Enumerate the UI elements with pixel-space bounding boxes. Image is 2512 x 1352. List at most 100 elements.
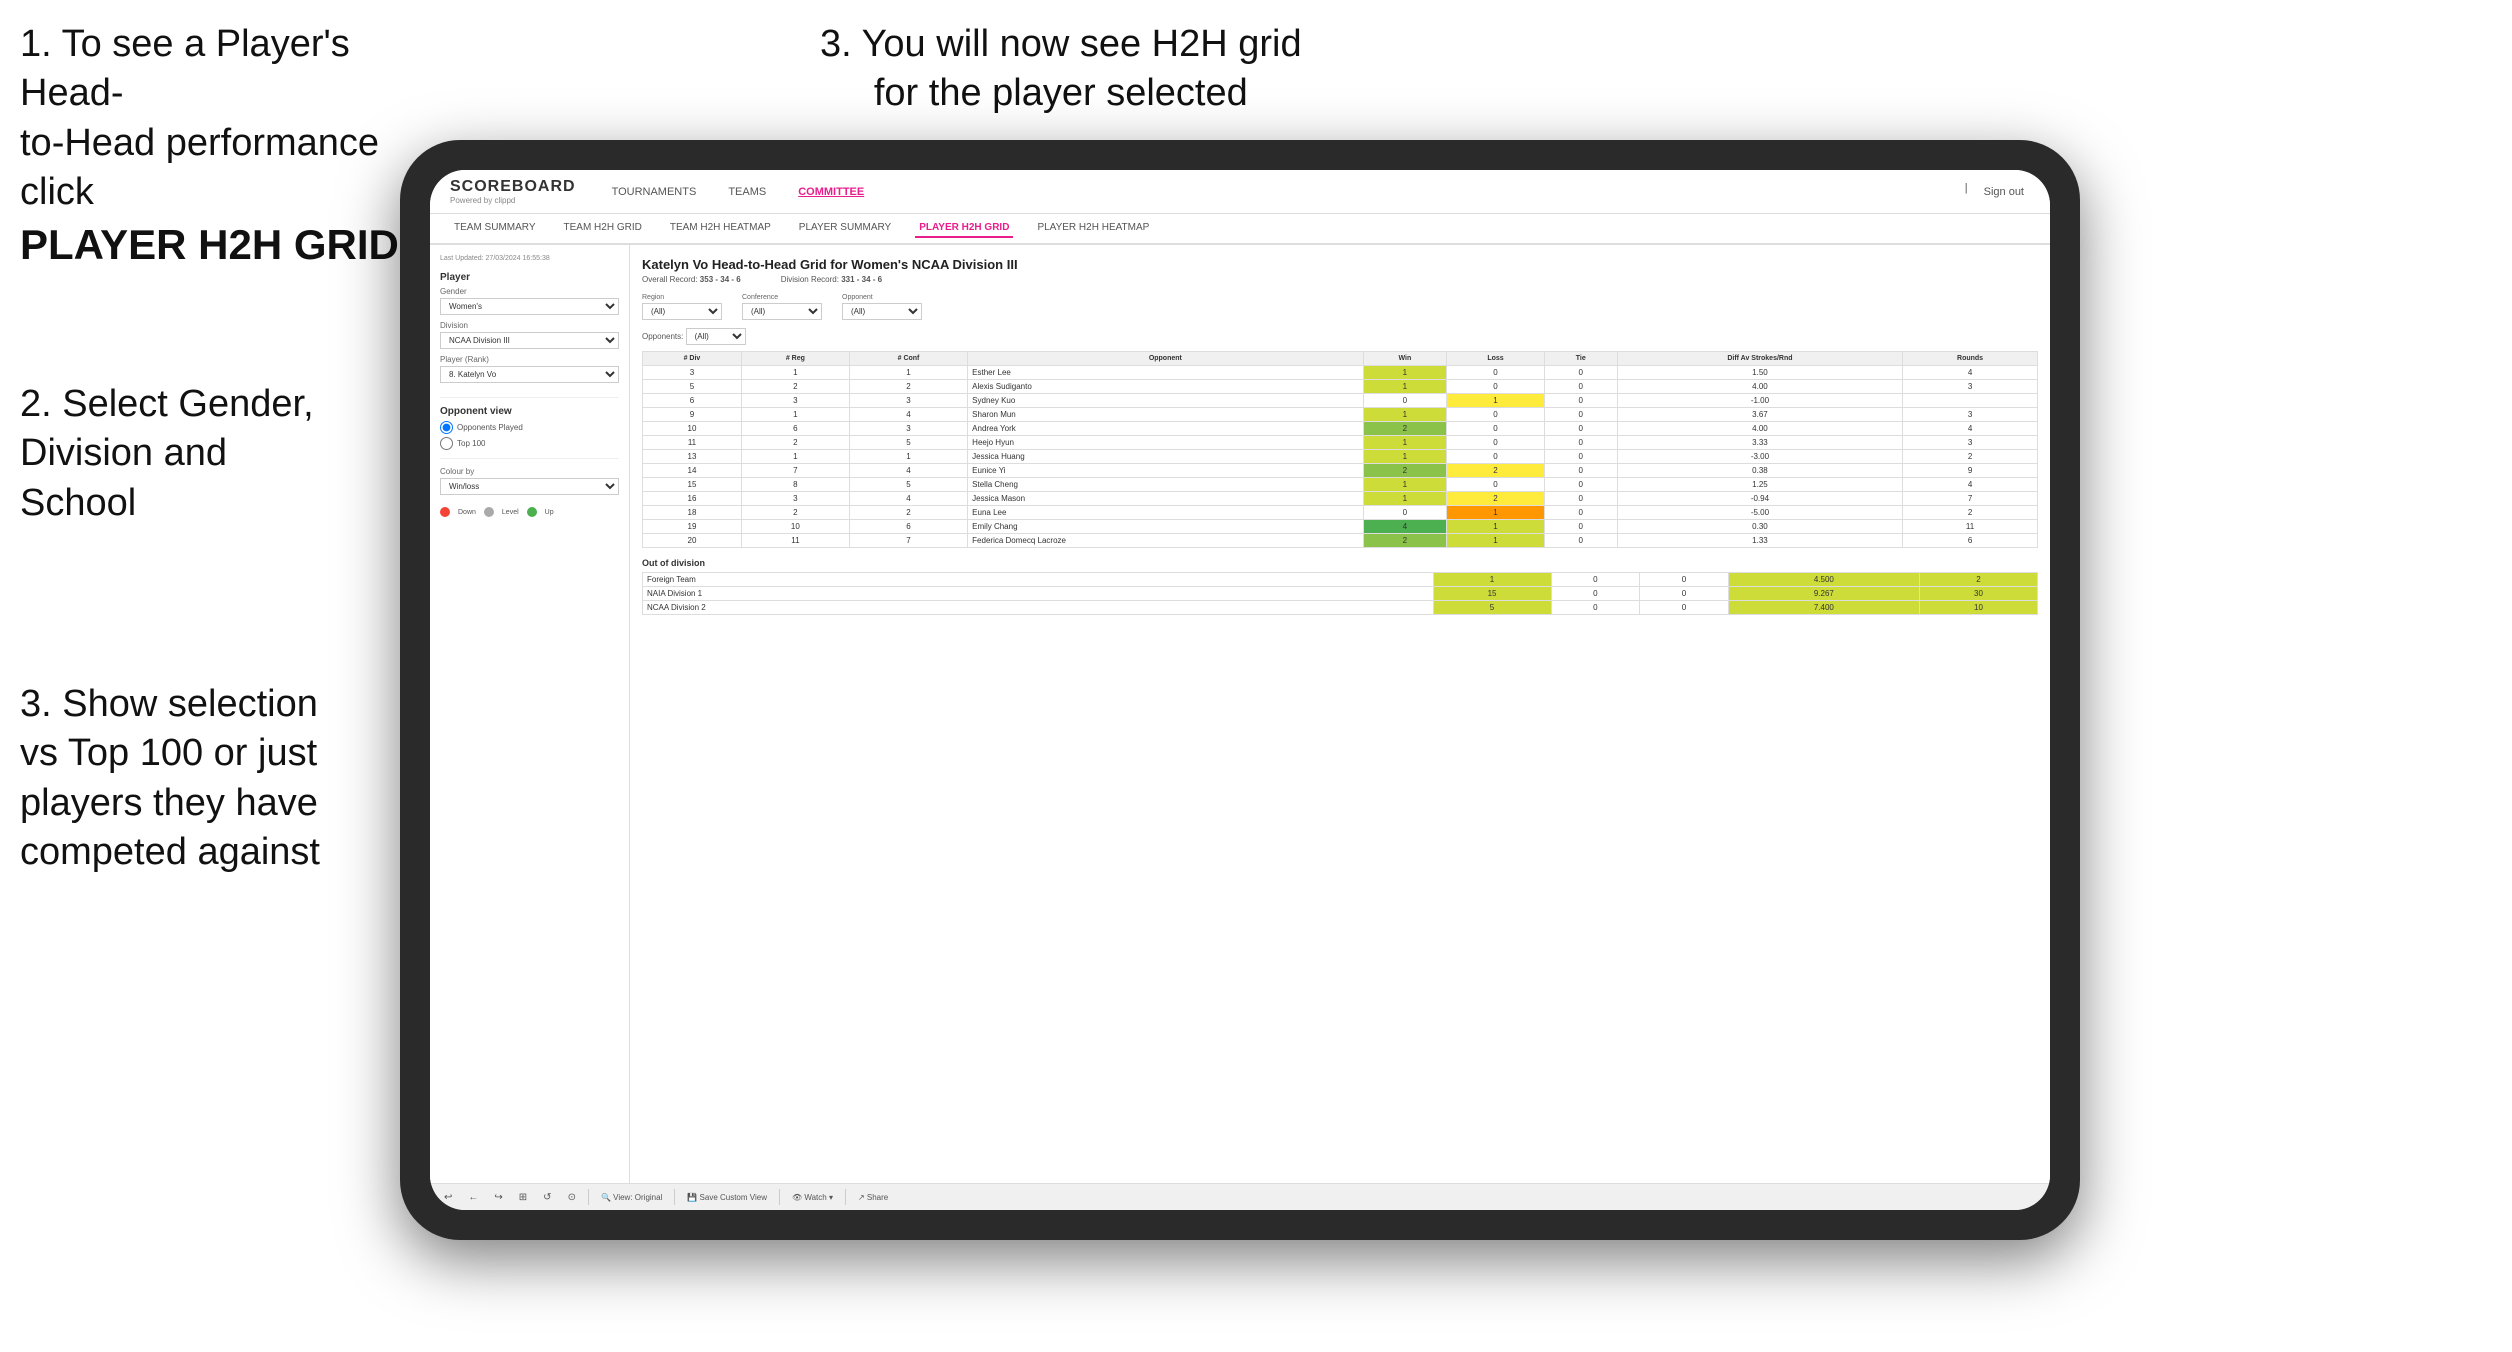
nav-tournaments[interactable]: TOURNAMENTS — [606, 182, 703, 202]
radio-top100[interactable]: Top 100 — [440, 437, 619, 450]
subnav-player-summary[interactable]: PLAYER SUMMARY — [795, 219, 895, 238]
table-row: 16 3 4 Jessica Mason 1 2 0 -0.94 7 — [643, 492, 2038, 506]
subnav-team-summary[interactable]: TEAM SUMMARY — [450, 219, 540, 238]
conference-select[interactable]: (All) — [742, 303, 822, 320]
cell-opponent: Sydney Kuo — [968, 394, 1363, 408]
cell-win: 2 — [1363, 464, 1447, 478]
player-rank-select[interactable]: 8. Katelyn Vo — [440, 366, 619, 383]
toolbar-sep3 — [779, 1189, 780, 1205]
nav-signout[interactable]: Sign out — [1978, 182, 2030, 202]
toolbar-grid[interactable]: ⊞ — [515, 1190, 531, 1205]
cell-reg: 2 — [741, 380, 849, 394]
legend-down-label: Down — [458, 509, 476, 516]
colour-by-select[interactable]: Win/loss — [440, 478, 619, 495]
logo-title: SCOREBOARD — [450, 178, 576, 196]
opponent-select[interactable]: (All) — [842, 303, 922, 320]
instruction-line3-bold: PLAYER H2H GRID — [20, 221, 399, 268]
cell-reg: 10 — [741, 520, 849, 534]
col-loss: Loss — [1447, 352, 1544, 366]
gender-select[interactable]: Women's Men's — [440, 298, 619, 315]
conference-label: Conference — [742, 294, 822, 301]
cell-opponent: Esther Lee — [968, 366, 1363, 380]
out-of-division-table: Foreign Team 1 0 0 4.500 2 NAIA Division… — [642, 572, 2038, 615]
cell-win: 1 — [1363, 436, 1447, 450]
cell-conf: 2 — [849, 380, 967, 394]
cell-diff: -0.94 — [1617, 492, 1902, 506]
main-data-table: # Div # Reg # Conf Opponent Win Loss Tie… — [642, 351, 2038, 548]
radio-group-opponent: Opponents Played Top 100 — [440, 421, 619, 450]
region-select[interactable]: (All) — [642, 303, 722, 320]
cell-reg: 1 — [741, 450, 849, 464]
cell-rounds — [1903, 394, 2038, 408]
cell-opponent: Emily Chang — [968, 520, 1363, 534]
nav-committee[interactable]: COMMITTEE — [792, 182, 870, 202]
player-rank-label: Player (Rank) — [440, 355, 619, 364]
cell-div: 19 — [643, 520, 742, 534]
cell-diff: 3.33 — [1617, 436, 1902, 450]
subnav-team-h2h-grid[interactable]: TEAM H2H GRID — [560, 219, 646, 238]
sidebar-divider1 — [440, 397, 619, 398]
col-opponent: Opponent — [968, 352, 1363, 366]
subnav-player-h2h-heatmap[interactable]: PLAYER H2H HEATMAP — [1033, 219, 1153, 238]
instruction-line1: 1. To see a Player's Head- — [20, 23, 350, 114]
cell-conf: 3 — [849, 422, 967, 436]
logo-area: SCOREBOARD Powered by clippd — [450, 178, 576, 205]
instruction-bottom-left: 3. Show selection vs Top 100 or just pla… — [20, 680, 320, 878]
table-row: 13 1 1 Jessica Huang 1 0 0 -3.00 2 — [643, 450, 2038, 464]
cell-tie: 0 — [1544, 464, 1617, 478]
sidebar-updated: Last Updated: 27/03/2024 16:55:38 — [440, 255, 619, 262]
cell-conf: 4 — [849, 464, 967, 478]
instruction-bot-line3: players they have — [20, 782, 318, 824]
division-select[interactable]: NCAA Division III NCAA Division I NCAA D… — [440, 332, 619, 349]
toolbar-save-custom[interactable]: 💾 Save Custom View — [683, 1191, 771, 1204]
col-reg: # Reg — [741, 352, 849, 366]
ood-row: NAIA Division 1 15 0 0 9.267 30 — [643, 587, 2038, 601]
instruction-bot-line1: 3. Show selection — [20, 683, 318, 725]
opponents-all-select[interactable]: (All) — [686, 328, 746, 345]
toolbar-info[interactable]: ⊙ — [564, 1190, 580, 1205]
division-record-label: Division Record: 331 - 34 - 6 — [781, 275, 882, 284]
toolbar-refresh[interactable]: ↺ — [539, 1190, 555, 1205]
cell-div: 9 — [643, 408, 742, 422]
cell-diff: 0.38 — [1617, 464, 1902, 478]
table-row: 19 10 6 Emily Chang 4 1 0 0.30 11 — [643, 520, 2038, 534]
instruction-bot-line2: vs Top 100 or just — [20, 732, 317, 774]
subnav-player-h2h-grid[interactable]: PLAYER H2H GRID — [915, 219, 1013, 238]
cell-loss: 0 — [1447, 422, 1544, 436]
cell-tie: 0 — [1544, 436, 1617, 450]
cell-opponent: Jessica Mason — [968, 492, 1363, 506]
toolbar-view-original[interactable]: 🔍 View: Original — [597, 1191, 666, 1204]
cell-conf: 1 — [849, 450, 967, 464]
cell-reg: 1 — [741, 408, 849, 422]
cell-div: 13 — [643, 450, 742, 464]
nav-teams[interactable]: TEAMS — [722, 182, 772, 202]
ood-win: 15 — [1433, 587, 1551, 601]
instruction-mid-left: 2. Select Gender, Division and School — [20, 380, 314, 528]
cell-opponent: Heejo Hyun — [968, 436, 1363, 450]
ood-loss: 0 — [1551, 587, 1640, 601]
cell-conf: 4 — [849, 492, 967, 506]
toolbar-redo[interactable]: ↪ — [490, 1190, 506, 1205]
toolbar-share[interactable]: ↗ Share — [854, 1191, 892, 1204]
toolbar-undo[interactable]: ↩ — [440, 1190, 456, 1205]
cell-loss: 1 — [1447, 506, 1544, 520]
cell-loss: 0 — [1447, 450, 1544, 464]
cell-rounds: 4 — [1903, 422, 2038, 436]
toolbar-watch[interactable]: 👁 Watch ▾ — [788, 1191, 837, 1204]
toolbar-sep1 — [588, 1189, 589, 1205]
cell-opponent: Sharon Mun — [968, 408, 1363, 422]
cell-loss: 0 — [1447, 478, 1544, 492]
cell-reg: 6 — [741, 422, 849, 436]
cell-loss: 1 — [1447, 520, 1544, 534]
toolbar-back[interactable]: ← — [464, 1190, 482, 1205]
radio-opponents-played[interactable]: Opponents Played — [440, 421, 619, 434]
cell-reg: 1 — [741, 366, 849, 380]
cell-loss: 2 — [1447, 492, 1544, 506]
cell-tie: 0 — [1544, 478, 1617, 492]
subnav-team-h2h-heatmap[interactable]: TEAM H2H HEATMAP — [666, 219, 775, 238]
cell-div: 5 — [643, 380, 742, 394]
ood-tie: 0 — [1640, 601, 1729, 615]
cell-div: 16 — [643, 492, 742, 506]
table-row: 15 8 5 Stella Cheng 1 0 0 1.25 4 — [643, 478, 2038, 492]
cell-win: 2 — [1363, 534, 1447, 548]
